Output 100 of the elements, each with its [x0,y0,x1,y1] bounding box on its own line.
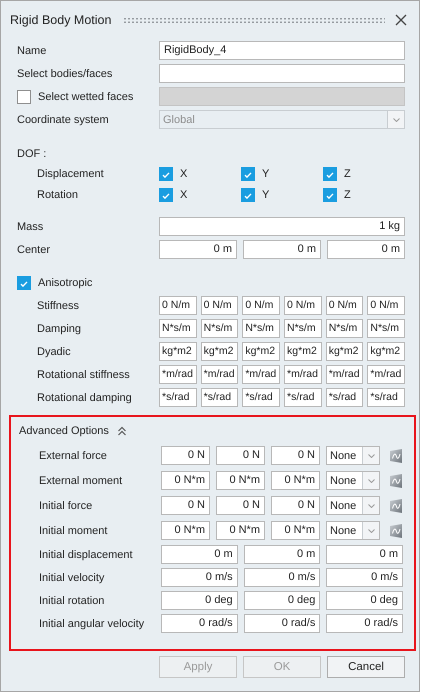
field-label: Center [17,244,52,256]
dropdown[interactable]: None [326,521,380,540]
number-field[interactable]: N*s/m [200,319,238,338]
dropdown[interactable]: None [326,446,380,465]
number-field[interactable]: *m/rad [242,365,280,384]
number-field[interactable]: 0 N [161,496,210,515]
number-field[interactable]: 0 m [244,545,320,564]
text-field[interactable]: RigidBody_4 [159,41,405,60]
number-field[interactable]: 0 deg [326,591,404,610]
number-field[interactable]: 0 rad/s [161,614,238,633]
checkbox[interactable] [241,166,255,180]
field-label: Dyadic [37,346,72,358]
field-label: Initial force [39,500,94,512]
number-field[interactable]: 0 N/m [284,296,322,315]
number-field[interactable]: N*s/m [284,319,322,338]
caret-icon [368,454,374,458]
number-field[interactable]: 0 deg [244,591,320,610]
number-field[interactable]: 0 N*m [271,521,320,540]
checkbox-label: Y [262,168,270,180]
dropdown[interactable]: None [326,471,380,490]
number-field[interactable]: 0 m [327,240,405,259]
number-field[interactable]: kg*m2 [367,342,406,361]
number-field[interactable]: 0 N*m [216,471,265,490]
number-field[interactable]: kg*m2 [284,342,322,361]
field-label: Initial angular velocity [39,618,146,630]
checkbox-label: X [180,188,188,200]
checkbox[interactable] [159,166,173,180]
number-field[interactable]: N*s/m [367,319,406,338]
chevron-icon[interactable] [116,426,127,436]
field-label: External force [39,450,108,462]
graph-icon[interactable] [389,448,403,464]
number-field[interactable]: 0 N*m [161,471,210,490]
number-field[interactable]: 0 m/s [161,568,238,587]
number-field[interactable]: 0 deg [161,591,238,610]
section-label: Advanced Options [19,425,109,437]
number-field[interactable]: 0 N/m [326,296,364,315]
number-field[interactable]: *s/rad [159,388,197,407]
number-field[interactable]: N*s/m [326,319,364,338]
number-field[interactable]: 0 N*m [271,471,320,490]
number-field[interactable]: kg*m2 [242,342,280,361]
number-field[interactable]: 0 m/s [244,568,320,587]
number-field[interactable]: *m/rad [284,365,322,384]
number-field[interactable]: 1 kg [159,217,405,236]
number-field[interactable]: *s/rad [326,388,364,407]
number-field[interactable]: *m/rad [367,365,406,384]
checkbox[interactable] [323,166,337,180]
field-label: Rotation [37,188,79,200]
field-label: Mass [17,220,44,232]
number-field[interactable]: 0 N [271,496,320,515]
number-field[interactable]: *s/rad [242,388,280,407]
number-field[interactable]: 0 rad/s [326,614,404,633]
window-title: Rigid Body Motion [10,13,112,27]
field-label: Initial moment [39,524,108,536]
field-label: Displacement [37,168,105,180]
number-field[interactable]: *s/rad [367,388,406,407]
number-field[interactable]: 0 m [159,240,237,259]
checkbox[interactable] [241,188,255,202]
number-field[interactable]: 0 m [161,545,238,564]
checkbox[interactable] [159,188,173,202]
number-field[interactable]: kg*m2 [326,342,364,361]
field-label: Name [17,44,48,56]
graph-icon[interactable] [389,522,403,538]
number-field[interactable]: 0 rad/s [244,614,320,633]
number-field[interactable]: *m/rad [200,365,238,384]
number-field[interactable]: 0 N/m [200,296,238,315]
field-label: Stiffness [37,300,80,312]
checkbox[interactable] [323,188,337,202]
number-field[interactable]: N*s/m [159,319,197,338]
number-field[interactable]: 0 N [161,446,210,465]
dialog-button[interactable]: Cancel [327,656,405,678]
graph-icon[interactable] [389,472,403,488]
number-field[interactable]: *s/rad [200,388,238,407]
number-field[interactable]: 0 N*m [161,521,210,540]
number-field[interactable]: 0 N/m [242,296,280,315]
checkbox[interactable] [17,90,31,104]
number-field[interactable]: *s/rad [284,388,322,407]
number-field[interactable]: 0 m/s [326,568,404,587]
number-field[interactable]: 0 N/m [367,296,406,315]
text-field[interactable] [159,64,405,83]
number-field[interactable]: 0 m [326,545,404,564]
checkbox-label: Y [262,188,270,200]
number-field[interactable]: 0 m [243,240,321,259]
number-field[interactable]: 0 N*m [216,521,265,540]
checkbox-label: Anisotropic [38,276,92,288]
field-label: Coordinate system [17,114,110,126]
number-field[interactable]: 0 N [216,496,265,515]
checkbox[interactable] [17,276,31,290]
number-field[interactable]: kg*m2 [159,342,197,361]
close-icon[interactable] [395,14,407,26]
number-field[interactable]: N*s/m [242,319,280,338]
field-label: Initial rotation [39,594,106,606]
number-field[interactable]: 0 N/m [159,296,197,315]
graph-icon[interactable] [389,498,403,514]
number-field[interactable]: kg*m2 [200,342,238,361]
number-field[interactable]: 0 N [216,446,265,465]
number-field[interactable]: 0 N [271,446,320,465]
number-field[interactable]: *m/rad [159,365,197,384]
number-field[interactable]: *m/rad [326,365,364,384]
field-label: Select bodies/faces [17,68,114,80]
dropdown[interactable]: None [326,496,380,515]
